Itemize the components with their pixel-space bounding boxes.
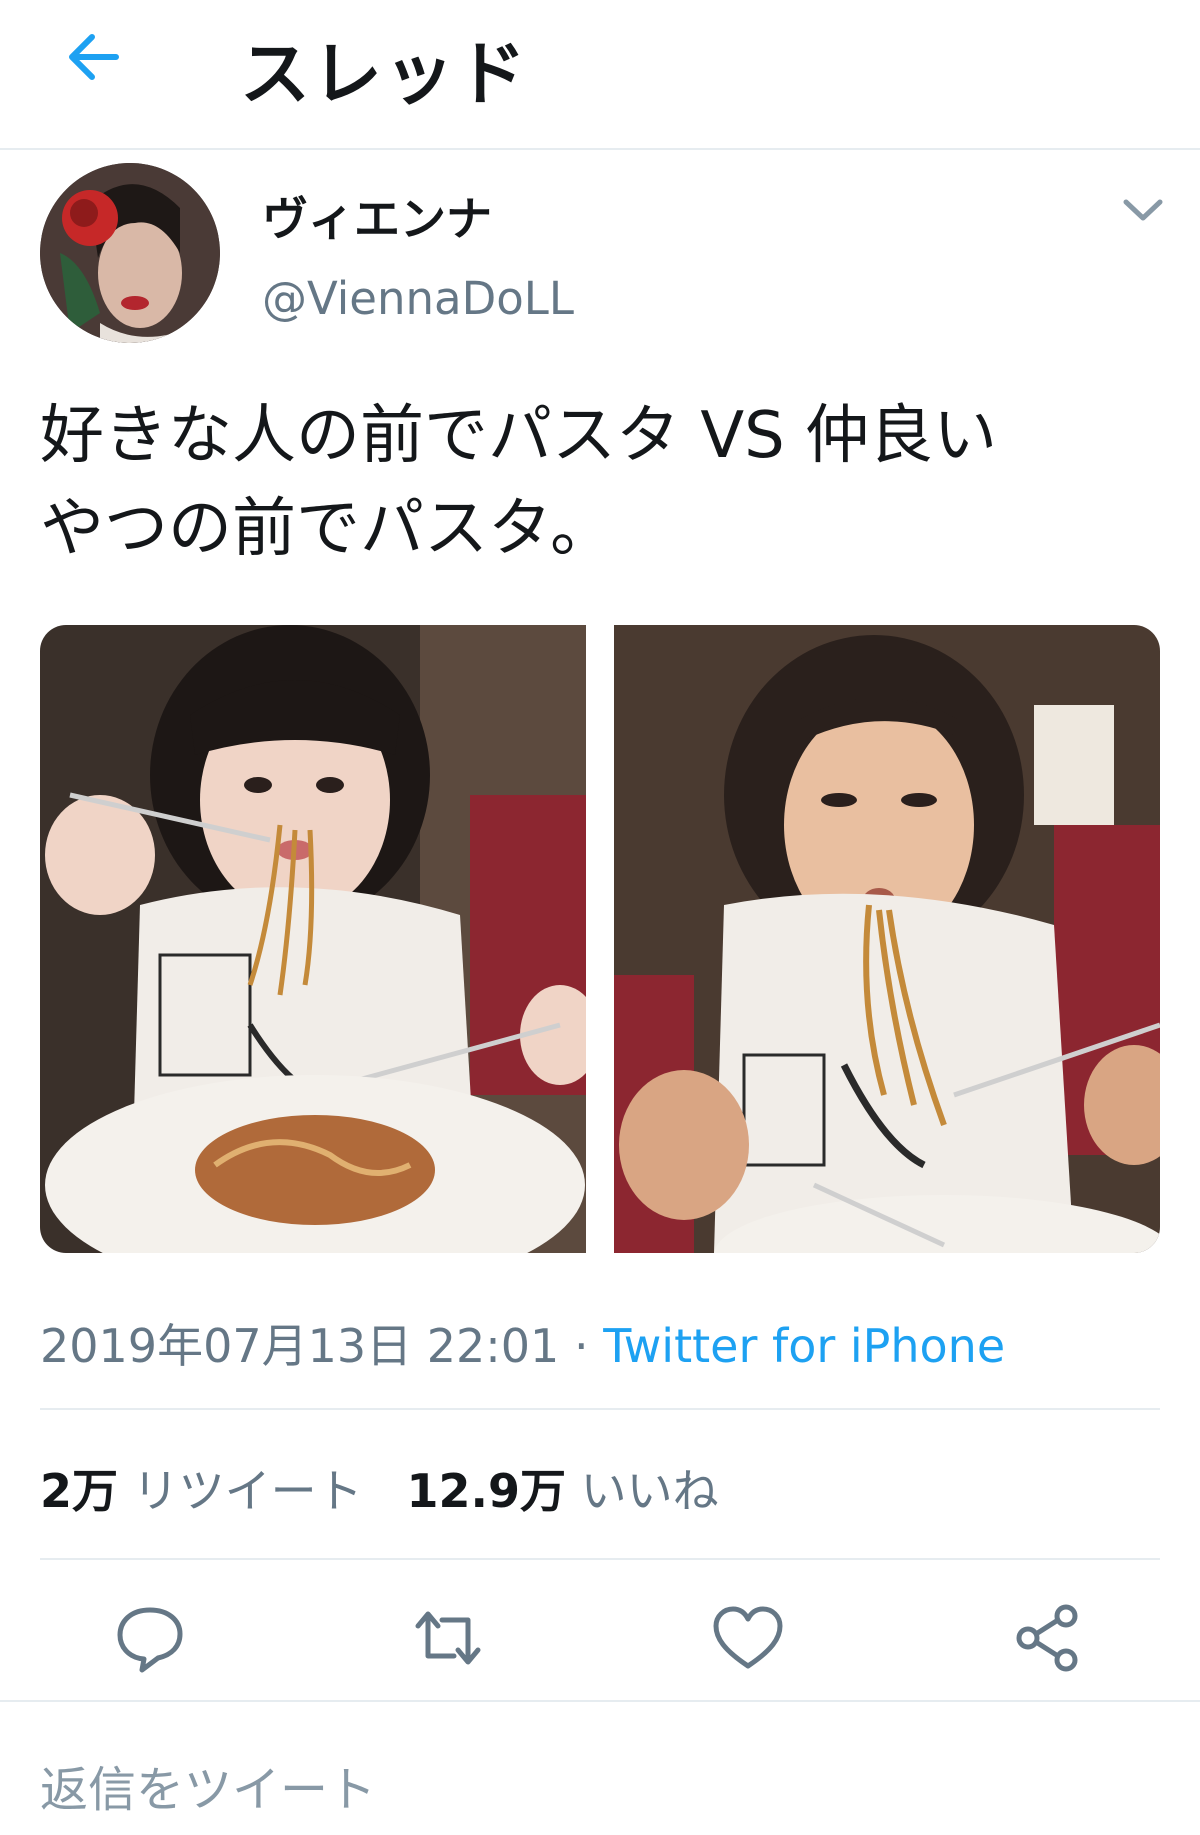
retweets-count: 2万 xyxy=(40,1464,119,1518)
reply-input[interactable]: 返信をツイート xyxy=(40,1750,376,1820)
divider xyxy=(40,1558,1160,1560)
likes-label: いいね xyxy=(580,1464,719,1518)
likes-stat[interactable]: 12.9万 いいね xyxy=(407,1464,719,1518)
tweet-source-link[interactable]: Twitter for iPhone xyxy=(603,1319,1005,1373)
user-handle[interactable]: @ViennaDoLL xyxy=(262,272,574,325)
reply-button[interactable] xyxy=(112,1600,188,1676)
avatar[interactable] xyxy=(40,163,220,343)
chevron-down-icon xyxy=(1123,199,1163,221)
tweet-photo-2[interactable] xyxy=(614,625,1160,1253)
divider xyxy=(40,1408,1160,1410)
retweets-stat[interactable]: 2万 リツイート xyxy=(40,1464,363,1518)
tweet-photo-1[interactable] xyxy=(40,625,586,1253)
retweets-label: リツイート xyxy=(132,1464,363,1518)
like-button[interactable] xyxy=(710,1600,786,1676)
retweet-icon xyxy=(415,1611,481,1665)
arrow-left-icon xyxy=(69,34,119,80)
meta-separator: · xyxy=(573,1319,589,1373)
top-bar: スレッド xyxy=(0,0,1200,150)
likes-count: 12.9万 xyxy=(406,1464,567,1518)
tweet-text-line-2: やつの前でパスタ。 xyxy=(40,492,615,566)
display-name[interactable]: ヴィエンナ xyxy=(262,183,492,249)
tweet-text-line-1: 好きな人の前でパスタ VS 仲良い xyxy=(40,399,998,473)
tweet-menu-button[interactable] xyxy=(1118,192,1168,228)
share-button[interactable] xyxy=(1010,1600,1086,1676)
speech-bubble-icon xyxy=(117,1607,183,1673)
tweet-text: 好きな人の前でパスタ VS 仲良い やつの前でパスタ。 xyxy=(40,390,1170,576)
heart-icon xyxy=(713,1606,783,1669)
reply-bar: 返信をツイート xyxy=(0,1700,1200,1835)
retweet-button[interactable] xyxy=(410,1600,486,1676)
tweet-timestamp[interactable]: 2019年07月13日 22:01 xyxy=(40,1319,559,1373)
tweet-stats: 2万 リツイート 12.9万 いいね xyxy=(40,1455,719,1521)
page-title: スレッド xyxy=(240,33,528,115)
tweet-meta: 2019年07月13日 22:01 · Twitter for iPhone xyxy=(40,1310,1005,1376)
back-button[interactable] xyxy=(60,22,130,92)
share-icon xyxy=(1016,1604,1078,1672)
